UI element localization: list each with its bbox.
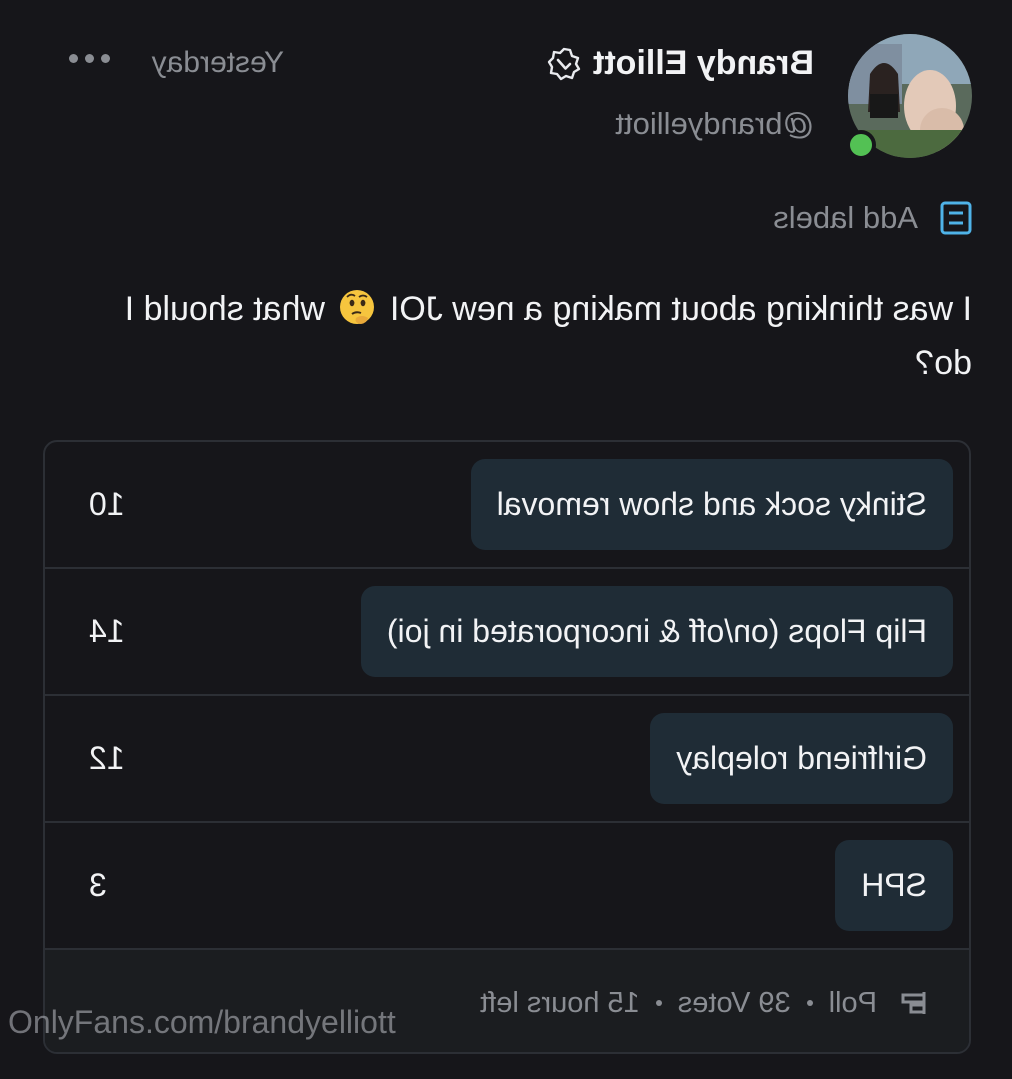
poll-option-votes: 12 bbox=[89, 740, 125, 776]
more-options-icon[interactable] bbox=[69, 54, 110, 63]
online-indicator bbox=[846, 130, 876, 160]
poll-time-left: 15 hours left bbox=[480, 986, 640, 1019]
add-labels-label: Add labels bbox=[773, 200, 918, 235]
poll-option[interactable]: Girlfriend roleplay 12 bbox=[45, 696, 969, 823]
poll-option[interactable]: Stinky sock and show removal 10 bbox=[45, 442, 969, 569]
poll-option-label: SPH bbox=[861, 867, 927, 903]
post-header: Brandy Elliott @brandyelliott Yesterday bbox=[42, 34, 972, 164]
poll-option-votes: 14 bbox=[89, 613, 125, 649]
author-name-row: Brandy Elliott bbox=[547, 44, 814, 83]
poll-option-votes: 3 bbox=[89, 867, 107, 903]
watermark: OnlyFans.com/brandyelliott bbox=[8, 1004, 396, 1040]
poll-option-label: Flip Flops (on/off & incorporated in joi… bbox=[386, 613, 927, 649]
add-labels-button[interactable]: Add labels bbox=[773, 200, 972, 236]
author-name[interactable]: Brandy Elliott bbox=[593, 44, 814, 83]
post-time: Yesterday bbox=[151, 46, 284, 79]
verified-badge-icon bbox=[547, 47, 581, 80]
author-handle[interactable]: @brandyelliott bbox=[615, 106, 814, 142]
poll-option[interactable]: Flip Flops (on/off & incorporated in joi… bbox=[45, 569, 969, 696]
post-text-part-1: I was thinking about making a new JOI bbox=[389, 290, 972, 328]
poll-type: Poll bbox=[828, 986, 877, 1019]
poll-option-label: Girlfriend roleplay bbox=[676, 740, 927, 776]
label-icon bbox=[940, 201, 972, 235]
poll-option[interactable]: SPH 3 bbox=[45, 823, 969, 950]
mirrored-content: Brandy Elliott @brandyelliott Yesterday … bbox=[0, 0, 1012, 1079]
separator-dot bbox=[655, 1000, 662, 1006]
separator-dot bbox=[806, 1000, 813, 1006]
post-card: Brandy Elliott @brandyelliott Yesterday … bbox=[0, 0, 1012, 1079]
thinking-face-icon bbox=[340, 290, 375, 324]
poll-vote-count: 39 Votes bbox=[677, 986, 791, 1019]
poll: Stinky sock and show removal 10 Flip Flo… bbox=[43, 440, 971, 1054]
poll-option-label: Stinky sock and show removal bbox=[496, 486, 927, 522]
poll-option-votes: 10 bbox=[89, 486, 125, 522]
poll-icon bbox=[901, 992, 926, 1014]
post-text: I was thinking about making a new JOI wh… bbox=[92, 282, 972, 390]
